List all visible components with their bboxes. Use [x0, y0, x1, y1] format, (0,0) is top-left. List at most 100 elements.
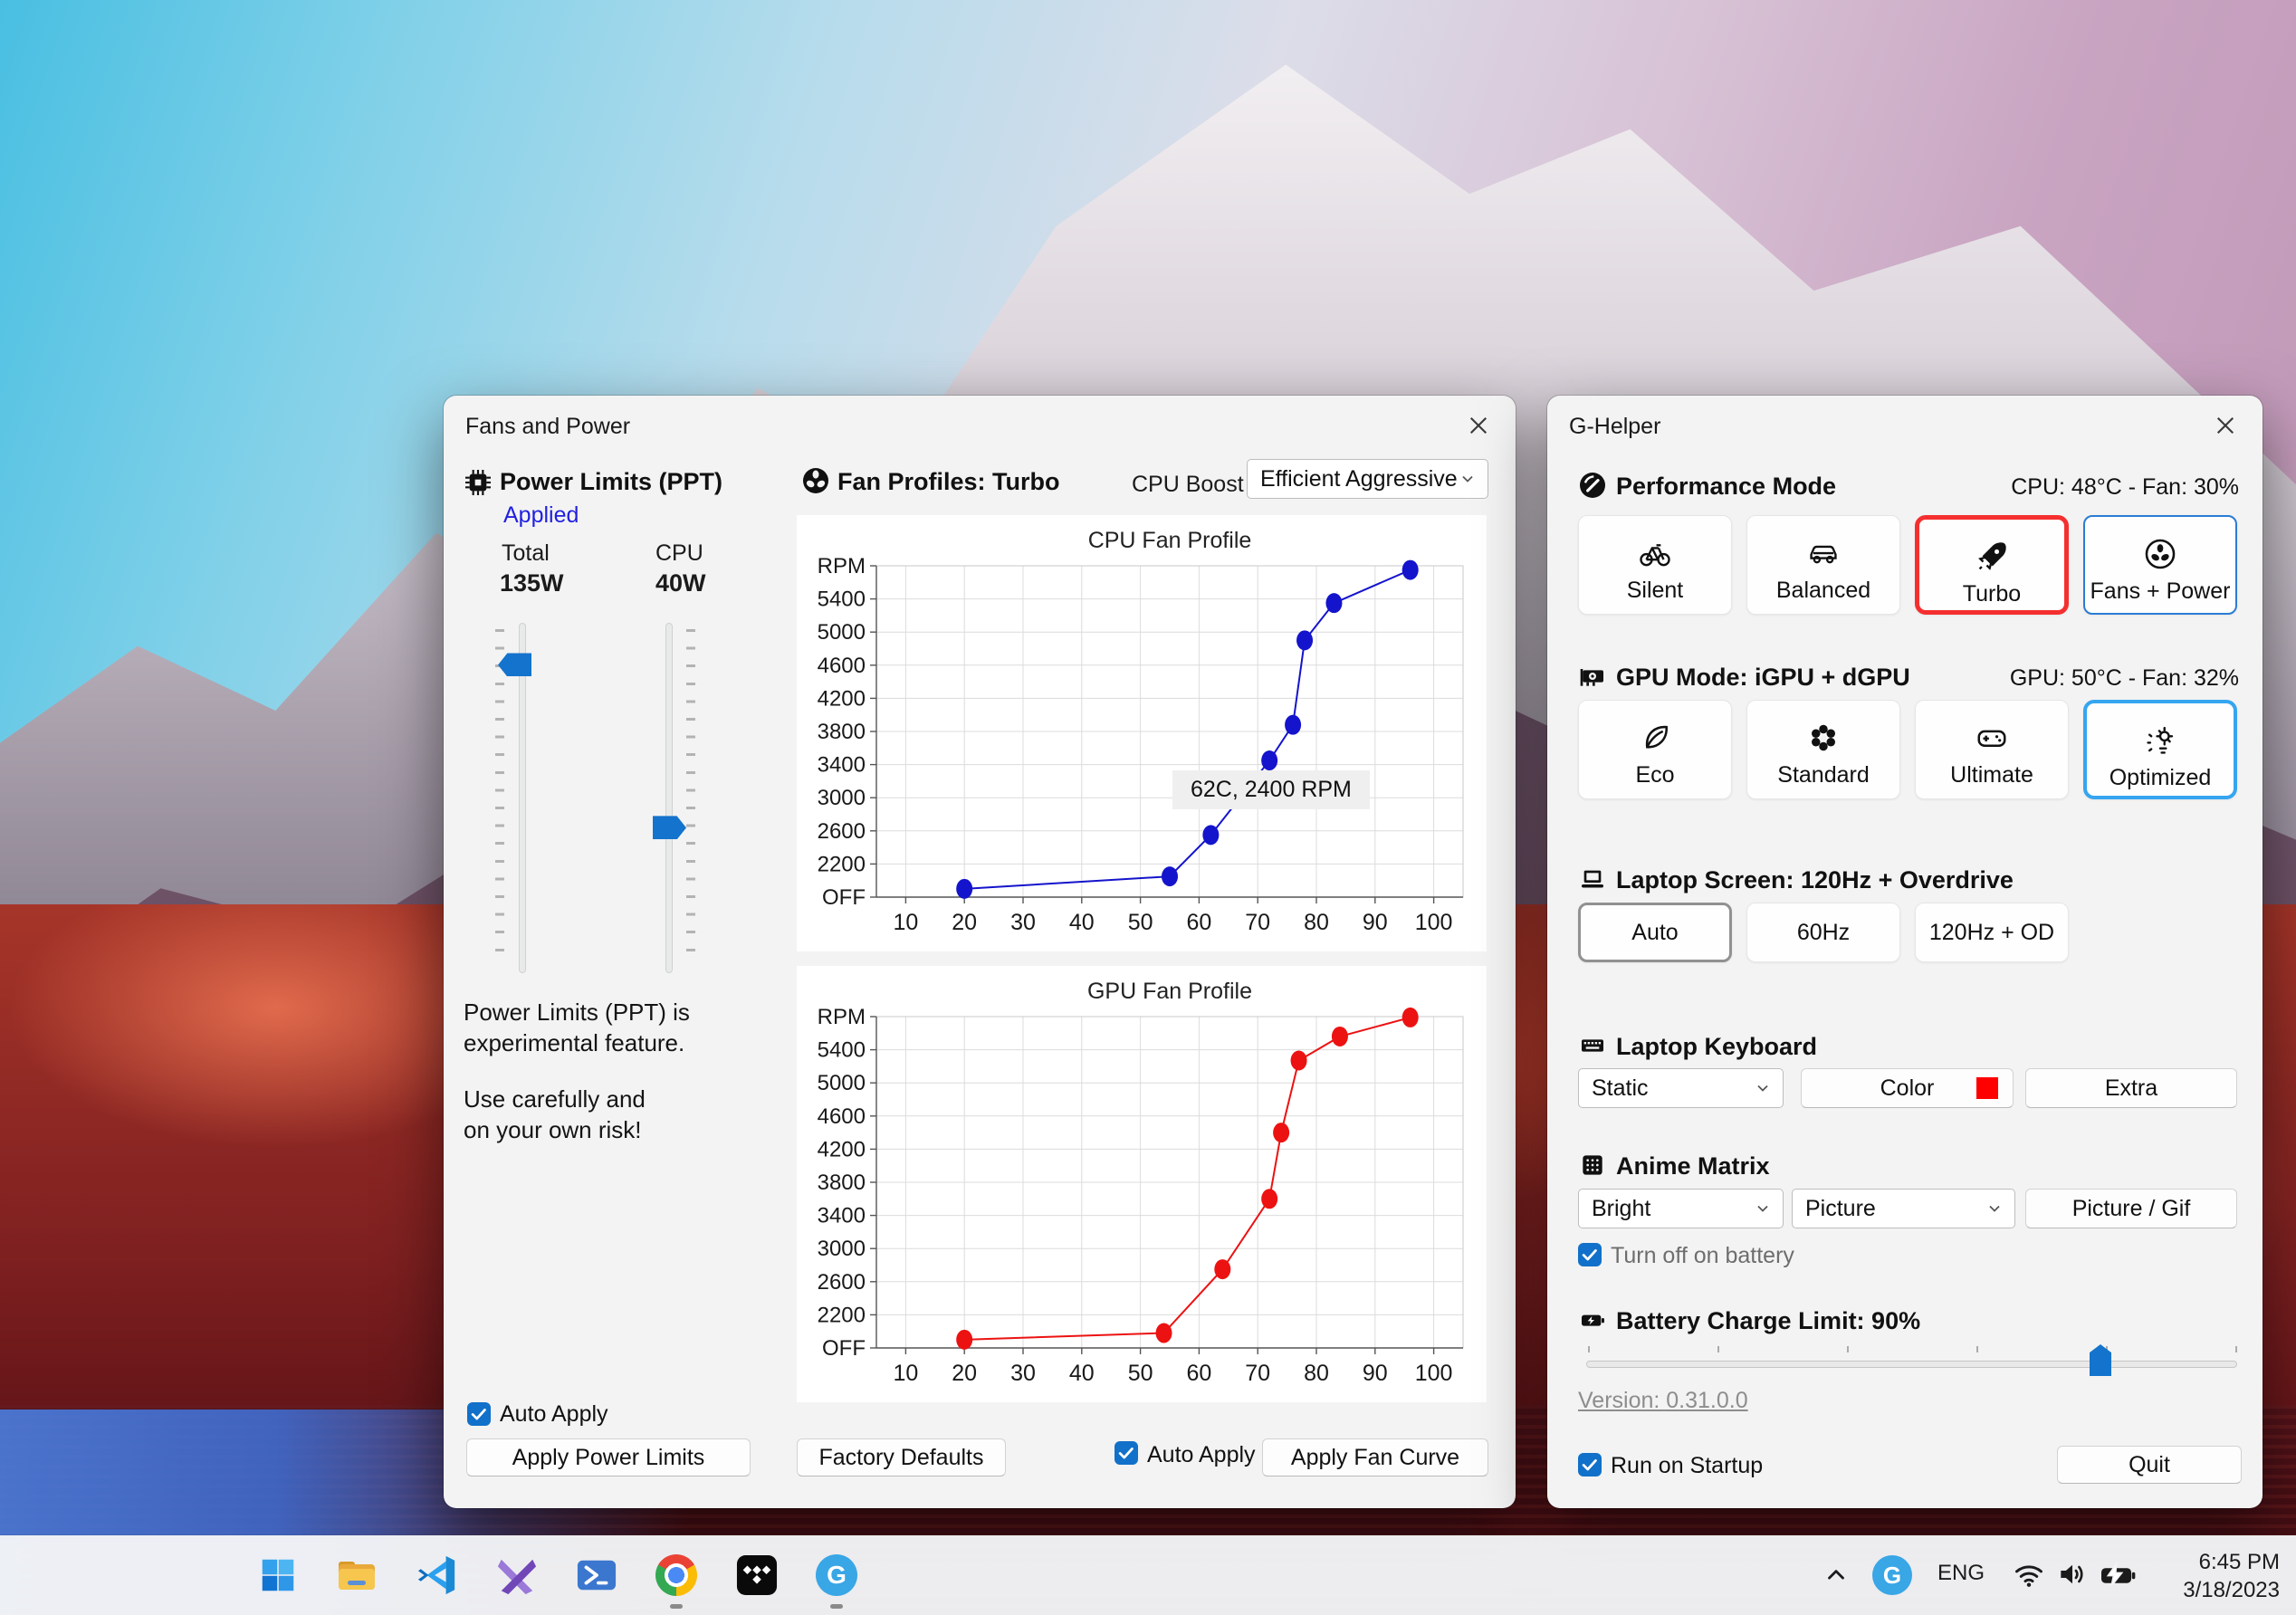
keyboard-mode-dropdown[interactable]: Static	[1578, 1068, 1784, 1108]
chrome-running-indicator	[670, 1604, 683, 1609]
cpu-limit-label: CPU	[655, 540, 703, 566]
laptop-screen-heading: Laptop Screen: 120Hz + Overdrive	[1616, 866, 2014, 894]
svg-text:30: 30	[1010, 910, 1036, 935]
factory-defaults-button[interactable]: Factory Defaults	[797, 1438, 1006, 1476]
visual-studio-icon[interactable]	[487, 1545, 547, 1605]
color-swatch	[1976, 1077, 1998, 1099]
mode-button-fans-power[interactable]: Fans + Power	[2083, 515, 2237, 615]
ghelper-close-icon[interactable]	[2212, 412, 2239, 439]
run-on-startup-checkbox[interactable]	[1578, 1453, 1602, 1476]
cpu-slider[interactable]	[665, 623, 673, 973]
svg-text:RPM: RPM	[818, 554, 866, 578]
gpu-card-icon	[1578, 662, 1607, 691]
ghelper-titlebar[interactable]: G-Helper	[1547, 396, 2263, 454]
svg-text:4200: 4200	[818, 1137, 866, 1161]
apply-power-limits-button[interactable]: Apply Power Limits	[466, 1438, 751, 1476]
version-link[interactable]: Version: 0.31.0.0	[1578, 1388, 1748, 1414]
gpu-button-optimized[interactable]: Optimized	[2083, 700, 2237, 799]
fan-auto-apply-checkbox[interactable]	[1115, 1441, 1138, 1465]
svg-text:5400: 5400	[818, 1038, 866, 1063]
gamepad-icon	[1975, 721, 2009, 755]
bicycle-icon	[1638, 536, 1672, 570]
volume-icon[interactable]	[2055, 1557, 2090, 1591]
powershell-icon[interactable]	[567, 1545, 627, 1605]
language-indicator[interactable]: ENG	[1937, 1561, 1985, 1586]
start-icon[interactable]	[248, 1545, 308, 1605]
battery-slider[interactable]	[1586, 1361, 2237, 1368]
svg-text:40: 40	[1069, 910, 1095, 935]
svg-text:2600: 2600	[818, 819, 866, 844]
clock[interactable]: 6:45 PM 3/18/2023	[2183, 1548, 2280, 1604]
matrix-brightness-dropdown[interactable]: Bright	[1578, 1189, 1784, 1228]
quit-button[interactable]: Quit	[2057, 1446, 2242, 1484]
tidal-icon[interactable]	[727, 1545, 787, 1605]
screen-button-auto[interactable]: Auto	[1578, 903, 1732, 962]
run-on-startup-label: Run on Startup	[1611, 1453, 1764, 1478]
power-limits-note-2: Use carefully and on your own risk!	[464, 1085, 646, 1143]
svg-text:4200: 4200	[818, 686, 866, 711]
battery-slider-ticks	[1588, 1346, 2237, 1352]
matrix-content-dropdown[interactable]: Picture	[1792, 1189, 2015, 1228]
mode-button-silent[interactable]: Silent	[1578, 515, 1732, 615]
clock-time: 6:45 PM	[2198, 1550, 2280, 1574]
keyboard-extra-button[interactable]: Extra	[2025, 1068, 2237, 1108]
matrix-battery-checkbox-label: Turn off on battery	[1611, 1243, 1794, 1268]
cpu-fan-chart[interactable]: OFF 2200 2600 3000 3400 3800 4200 4600 5000 5400 R…	[797, 515, 1487, 951]
gpu-button-ultimate[interactable]: Ultimate	[1915, 700, 2069, 799]
mode-button-label: Auto	[1631, 919, 1679, 945]
svg-text:90: 90	[1363, 1361, 1388, 1386]
svg-text:2200: 2200	[818, 1303, 866, 1327]
mode-button-label: Optimized	[2109, 765, 2212, 790]
svg-text:CPU Fan Profile: CPU Fan Profile	[1088, 528, 1252, 553]
svg-text:60: 60	[1186, 1361, 1211, 1386]
mode-button-label: Fans + Power	[2090, 578, 2231, 604]
mode-button-turbo[interactable]: Turbo	[1915, 515, 2069, 615]
keyboard-color-button[interactable]: Color	[1801, 1068, 2014, 1108]
apply-fan-curve-button[interactable]: Apply Fan Curve	[1262, 1438, 1488, 1476]
gpu-button-standard[interactable]: Standard	[1746, 700, 1900, 799]
gpu-button-eco[interactable]: Eco	[1578, 700, 1732, 799]
tray-chevron-up-icon[interactable]	[1820, 1561, 1852, 1590]
ghelper-window: G-Helper Performance Mode CPU: 48°C - Fa…	[1547, 396, 2263, 1508]
fan-icon	[2143, 537, 2177, 571]
wifi-icon[interactable]	[2012, 1557, 2046, 1591]
svg-text:OFF: OFF	[822, 885, 866, 910]
svg-text:4600: 4600	[818, 1104, 866, 1129]
speedometer-icon	[1578, 471, 1607, 500]
svg-text:3800: 3800	[818, 720, 866, 744]
gpu-fan-chart[interactable]: OFF 2200 2600 3000 3400 3800 4200 4600 5000 5400 R…	[797, 966, 1487, 1402]
vscode-icon[interactable]	[407, 1545, 467, 1605]
matrix-battery-checkbox[interactable]	[1578, 1243, 1602, 1266]
cpu-slider-thumb[interactable]	[653, 816, 686, 840]
cpu-boost-dropdown[interactable]: Efficient Aggressive	[1247, 459, 1488, 499]
cpu-boost-value: Efficient Aggressive	[1260, 465, 1458, 492]
svg-text:3800: 3800	[818, 1171, 866, 1195]
svg-text:3400: 3400	[818, 1204, 866, 1228]
fans-window-titlebar[interactable]: Fans and Power	[444, 396, 1516, 454]
svg-text:OFF: OFF	[822, 1336, 866, 1361]
svg-text:RPM: RPM	[818, 1005, 866, 1029]
battery-charge-limit-heading: Battery Charge Limit: 90%	[1616, 1307, 1921, 1334]
fans-window-close-icon[interactable]	[1465, 412, 1492, 439]
svg-text:90: 90	[1363, 910, 1388, 935]
fans-window-title: Fans and Power	[465, 414, 631, 439]
battery-charging-icon[interactable]	[2099, 1557, 2137, 1591]
svg-text:10: 10	[893, 910, 918, 935]
mode-button-label: 60Hz	[1796, 919, 1851, 945]
fan-auto-apply-label: Auto Apply	[1147, 1442, 1256, 1467]
ghelper-tray-icon[interactable]: G	[1872, 1555, 1912, 1595]
svg-text:50: 50	[1128, 1361, 1153, 1386]
file-explorer-icon[interactable]	[327, 1545, 387, 1605]
cpu-limit-value: 40W	[655, 569, 706, 597]
laptop-icon	[1578, 865, 1607, 894]
ghelper-taskbar-icon[interactable]: G	[807, 1545, 866, 1605]
screen-button-60hz[interactable]: 60Hz	[1746, 903, 1900, 962]
svg-text:100: 100	[1415, 1361, 1453, 1386]
mode-button-balanced[interactable]: Balanced	[1746, 515, 1900, 615]
total-slider-ticks	[495, 629, 504, 966]
power-auto-apply-checkbox[interactable]	[467, 1402, 491, 1426]
matrix-picture-gif-button[interactable]: Picture / Gif	[2025, 1189, 2237, 1228]
fan-profiles-heading: Fan Profiles: Turbo	[837, 468, 1060, 495]
chrome-icon[interactable]	[646, 1545, 706, 1605]
screen-button-120hz-od[interactable]: 120Hz + OD	[1915, 903, 2069, 962]
